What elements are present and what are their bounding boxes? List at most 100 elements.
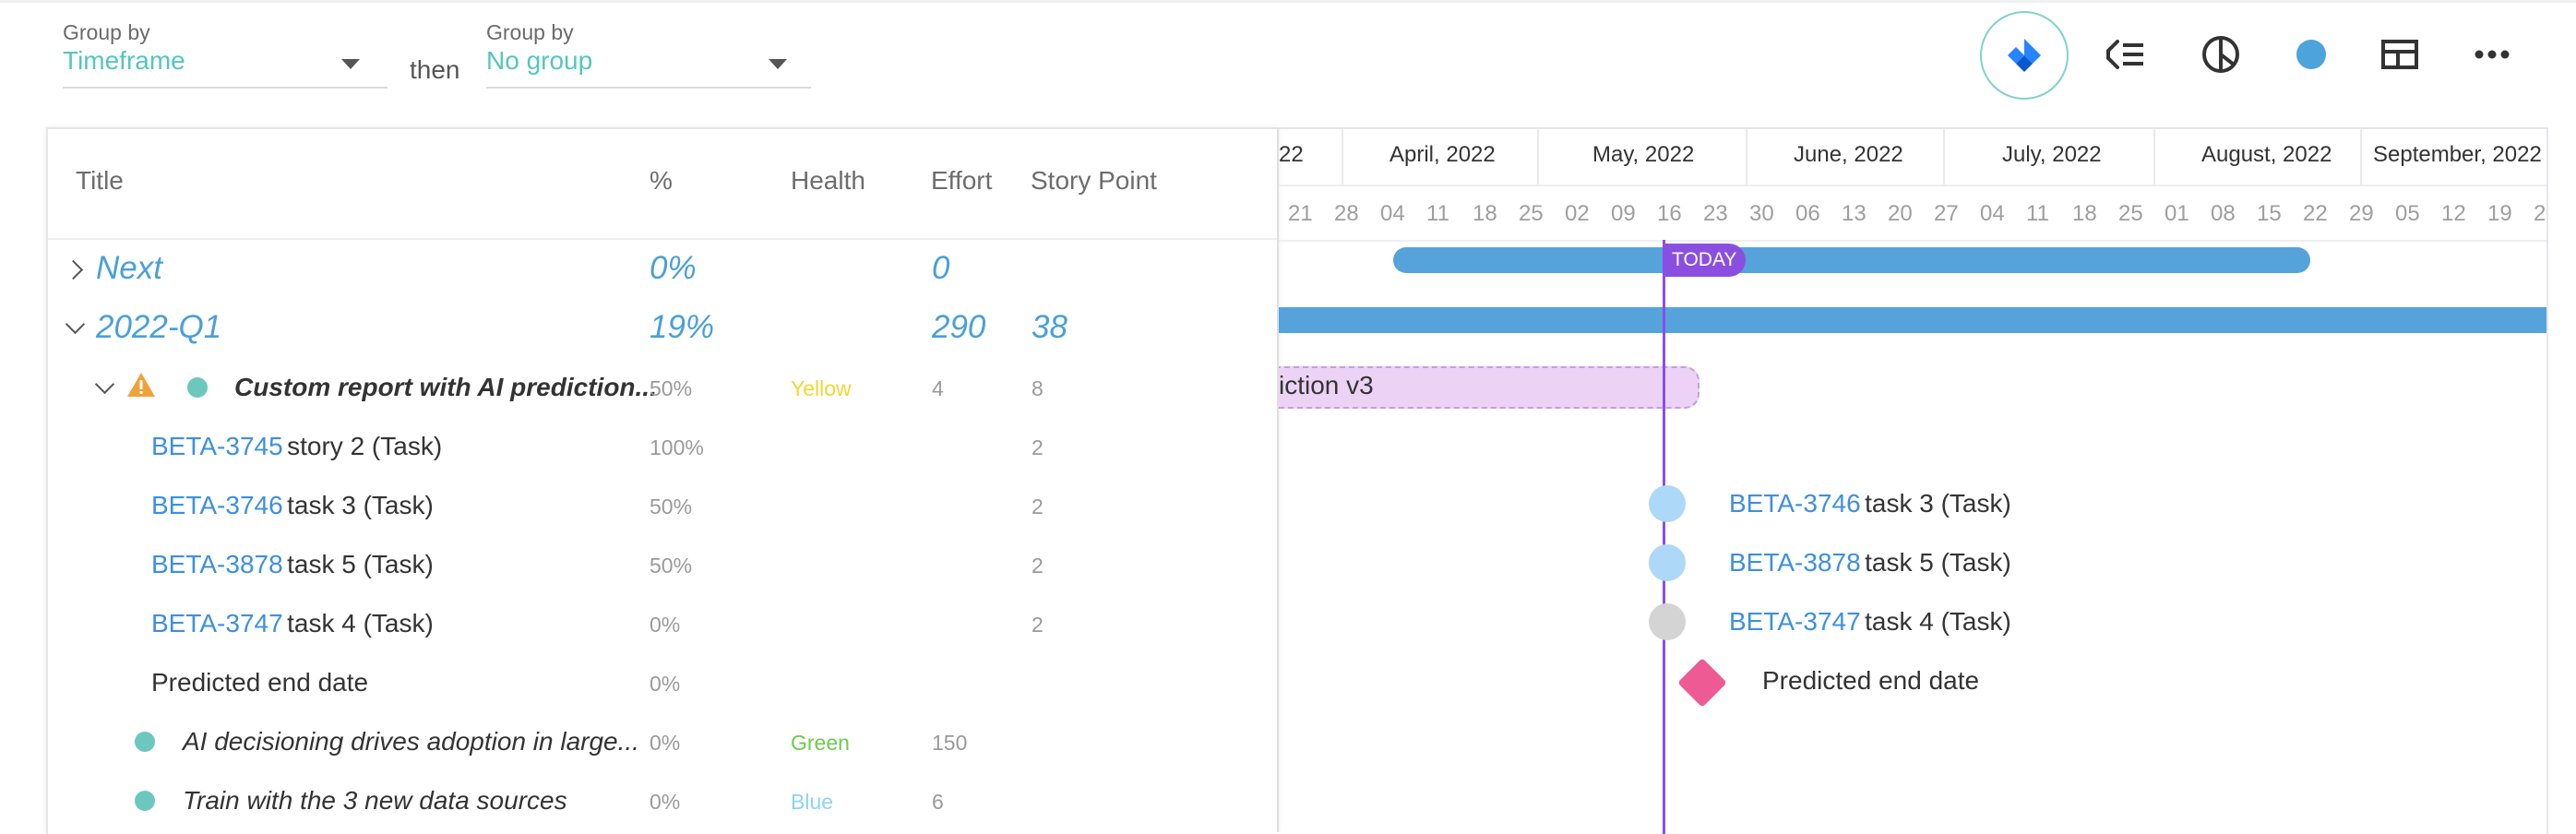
- month-label: 22: [1279, 142, 1304, 167]
- day-tick-label: 01: [2165, 201, 2189, 226]
- gantt-task-label[interactable]: BETA-3747 task 4 (Task): [1729, 607, 2011, 637]
- month-divider: [1342, 129, 1343, 185]
- group-effort: 0: [932, 250, 950, 286]
- task-name: task 3 (Task): [287, 491, 434, 519]
- column-header-percent[interactable]: %: [650, 166, 673, 196]
- epic-status-dot: [135, 791, 155, 811]
- month-divider: [2153, 129, 2155, 185]
- epic-status-dot: [135, 732, 155, 752]
- day-tick-label: 09: [1611, 201, 1636, 226]
- day-tick-label: 2: [2534, 201, 2546, 226]
- gantt-task-label[interactable]: BETA-3878 task 5 (Task): [1729, 548, 2011, 578]
- column-header-story-point[interactable]: Story Point: [1031, 166, 1157, 196]
- month-label: June, 2022: [1794, 142, 1903, 167]
- timeframe-bar-2022-q1[interactable]: [1279, 307, 2546, 333]
- group-percent: 19%: [650, 309, 715, 345]
- predicted-end-date-label[interactable]: Predicted end date: [151, 668, 368, 697]
- epic-status-dot: [187, 377, 208, 398]
- month-label: August, 2022: [2201, 142, 2332, 167]
- day-tick-label: 18: [1473, 201, 1497, 226]
- gantt-chart[interactable]: 22 April, 2022 May, 2022 June, 2022 July…: [1279, 127, 2548, 834]
- epic-percent: 50%: [650, 376, 693, 400]
- pie-chart-icon: [2202, 36, 2239, 73]
- month-divider: [2360, 129, 2362, 185]
- month-label: May, 2022: [1592, 142, 1695, 167]
- epic-health: Green: [791, 731, 850, 755]
- timeframe-bar-next[interactable]: [1393, 247, 2310, 273]
- task-name: story 2 (Task): [287, 432, 443, 460]
- task-milestone[interactable]: [1649, 603, 1686, 640]
- day-tick-label: 25: [1519, 201, 1544, 226]
- task-key-link[interactable]: BETA-3746: [151, 491, 283, 519]
- task-name: task 4 (Task): [1865, 607, 2011, 636]
- epic-title[interactable]: Train with the 3 new data sources: [183, 786, 567, 816]
- group-effort: 290: [932, 309, 986, 345]
- progress-view-button[interactable]: [2188, 22, 2253, 87]
- day-tick-label: 04: [1380, 201, 1405, 226]
- epic-title[interactable]: Custom report with AI prediction...: [234, 373, 657, 402]
- day-tick-label: 19: [2487, 201, 2512, 226]
- day-tick-label: 20: [1888, 201, 1913, 226]
- day-tick-label: 05: [2395, 201, 2420, 226]
- epic-effort: 4: [932, 376, 944, 400]
- task-name: task 4 (Task): [287, 609, 434, 637]
- layout-button[interactable]: [2367, 22, 2432, 87]
- epic-story-point: 8: [1032, 376, 1044, 400]
- group-by-value-1: Timeframe: [63, 46, 185, 75]
- day-tick-label: 06: [1795, 201, 1820, 226]
- predicted-end-diamond[interactable]: [1677, 658, 1727, 708]
- table-row[interactable]: BETA-3878 task 5 (Task): [151, 550, 434, 579]
- day-tick-label: 02: [1565, 201, 1590, 226]
- task-key-link[interactable]: BETA-3747: [1729, 607, 1861, 636]
- month-divider: [1943, 129, 1945, 185]
- day-tick-label: 18: [2072, 201, 2097, 226]
- epic-health: Blue: [791, 790, 834, 814]
- group-by-select-2[interactable]: No group: [486, 46, 811, 89]
- task-percent: 100%: [650, 435, 704, 459]
- task-key-link[interactable]: BETA-3878: [151, 550, 283, 578]
- column-header-health[interactable]: Health: [791, 166, 865, 196]
- gantt-task-label[interactable]: BETA-3746 task 3 (Task): [1729, 489, 2011, 518]
- group-by-label-2: Group by: [486, 20, 574, 44]
- layout-icon: [2381, 40, 2418, 69]
- table-row[interactable]: BETA-3747 task 4 (Task): [151, 609, 434, 638]
- group-by-select-1[interactable]: Timeframe: [63, 46, 388, 89]
- task-milestone[interactable]: [1649, 485, 1686, 522]
- predicted-end-label: Predicted end date: [1762, 666, 1980, 695]
- table-row[interactable]: BETA-3745 story 2 (Task): [151, 432, 442, 461]
- group-title-next[interactable]: Next: [96, 250, 162, 287]
- hierarchy-button[interactable]: [2093, 22, 2157, 87]
- month-label: April, 2022: [1389, 142, 1496, 167]
- more-button[interactable]: [2460, 22, 2524, 87]
- group-title-2022-q1[interactable]: 2022-Q1: [96, 309, 221, 346]
- task-story-point: 2: [1032, 435, 1044, 459]
- day-tick-label: 08: [2211, 201, 2236, 226]
- epic-effort: 6: [932, 790, 944, 814]
- day-tick-label: 22: [2303, 201, 2328, 226]
- task-milestone[interactable]: [1649, 544, 1686, 581]
- column-header-effort[interactable]: Effort: [931, 166, 992, 196]
- month-divider: [1746, 129, 1747, 185]
- task-key-link[interactable]: BETA-3746: [1729, 489, 1861, 518]
- task-name: task 5 (Task): [287, 550, 434, 578]
- epic-title[interactable]: AI decisioning drives adoption in large.…: [183, 727, 639, 757]
- then-label: then: [410, 55, 460, 84]
- table-row[interactable]: BETA-3746 task 3 (Task): [151, 491, 434, 520]
- month-label: July, 2022: [2002, 142, 2102, 167]
- task-key-link[interactable]: BETA-3878: [1729, 548, 1861, 577]
- day-tick-label: 11: [2026, 201, 2049, 226]
- day-tick-label: 23: [1703, 201, 1728, 226]
- task-key-link[interactable]: BETA-3747: [151, 609, 283, 637]
- jira-sync-button[interactable]: [1980, 11, 2069, 100]
- day-tick-label: 29: [2349, 201, 2374, 226]
- today-badge: TODAY: [1663, 244, 1747, 277]
- header-divider: [48, 238, 1277, 240]
- column-header-title[interactable]: Title: [76, 166, 124, 196]
- task-key-link[interactable]: BETA-3745: [151, 432, 283, 460]
- day-tick-label: 30: [1749, 201, 1774, 226]
- task-percent: 50%: [650, 494, 693, 518]
- task-name: task 3 (Task): [1865, 489, 2011, 518]
- day-tick-label: 21: [1288, 201, 1313, 226]
- color-button[interactable]: [2279, 22, 2343, 87]
- day-tick-label: 13: [1842, 201, 1866, 226]
